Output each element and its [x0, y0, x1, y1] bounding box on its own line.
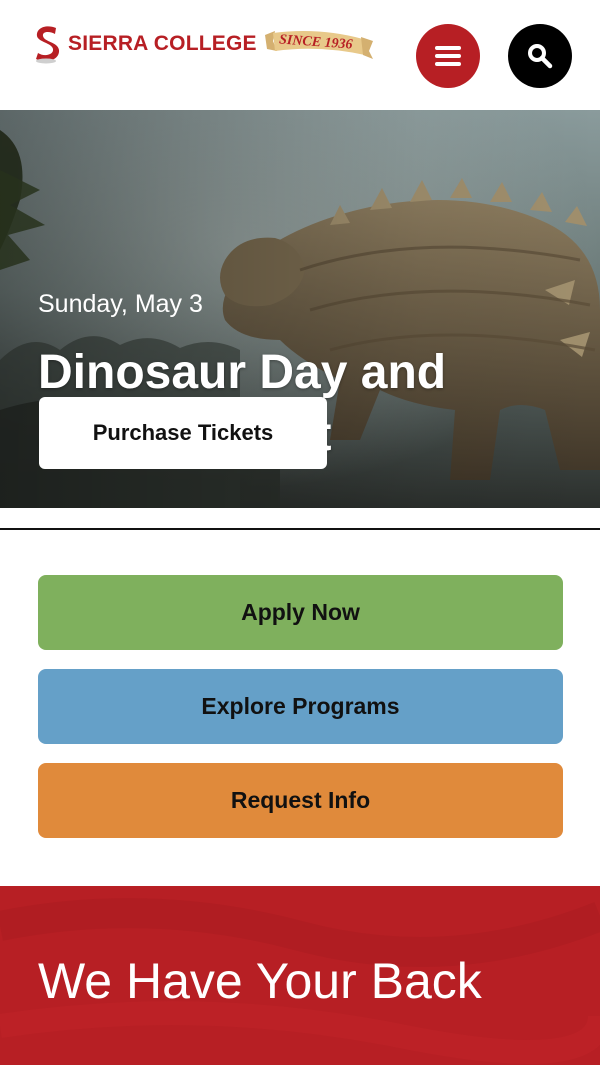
section-divider	[0, 528, 600, 530]
since-ribbon: SINCE 1936	[264, 29, 373, 59]
purchase-tickets-button[interactable]: Purchase Tickets	[39, 397, 327, 469]
logo-s-icon	[36, 26, 60, 64]
menu-button[interactable]	[416, 24, 480, 88]
we-have-your-back-section: We Have Your Back	[0, 886, 600, 1065]
search-button[interactable]	[508, 24, 572, 88]
hamburger-icon	[435, 46, 461, 66]
logo-text: SIERRA COLLEGE	[68, 32, 257, 55]
apply-now-button[interactable]: Apply Now	[38, 575, 563, 650]
search-icon	[528, 44, 553, 69]
event-date: Sunday, May 3	[38, 290, 203, 318]
site-header: SIERRA COLLEGE SINCE 1936	[0, 0, 600, 110]
request-info-button[interactable]: Request Info	[38, 763, 563, 838]
explore-programs-button[interactable]: Explore Programs	[38, 669, 563, 744]
section-title: We Have Your Back	[38, 953, 482, 1009]
sierra-college-logo[interactable]: SIERRA COLLEGE SINCE 1936	[32, 22, 373, 66]
